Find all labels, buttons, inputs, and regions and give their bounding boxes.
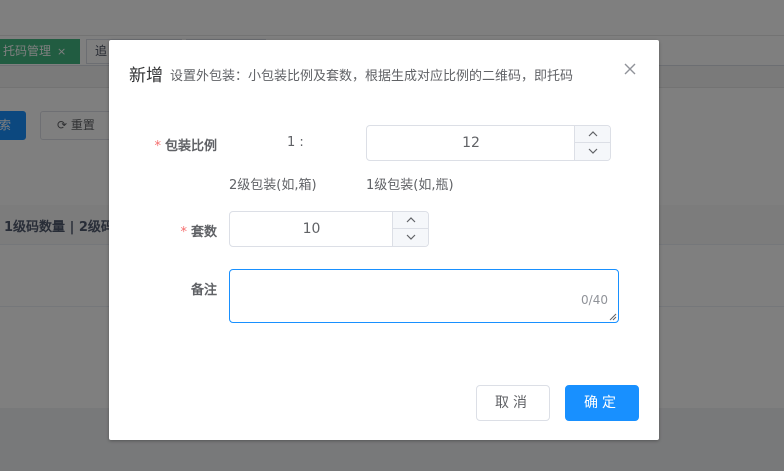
resize-grip-icon[interactable] (608, 312, 617, 321)
ratio-input-field[interactable] (367, 126, 575, 160)
primary-package-caption: 1级包装(如,瓶) (366, 178, 454, 193)
add-dialog: 新增 设置外包装：小包装比例及套数，根据生成对应比例的二维码，即托码 * 包装比例… (109, 40, 659, 440)
remark-textarea-wrapper[interactable]: 0/40 (229, 269, 619, 323)
ratio-number-input[interactable] (366, 125, 611, 161)
ratio-increase-button[interactable] (574, 126, 610, 143)
sets-increase-button[interactable] (392, 212, 428, 229)
sets-number-input[interactable] (229, 211, 429, 247)
required-mark: * (180, 225, 187, 240)
required-mark: * (154, 139, 161, 154)
ratio-left-value: 1 : (287, 135, 304, 150)
ratio-decrease-button[interactable] (574, 143, 610, 160)
dialog-title: 新增 (129, 66, 163, 86)
sets-decrease-button[interactable] (392, 229, 428, 246)
packing-ratio-label: * 包装比例 (149, 135, 217, 154)
word-count: 0/40 (581, 293, 608, 307)
remark-label: 备注 (190, 283, 217, 298)
sets-label-text: 套数 (190, 225, 217, 240)
chevron-up-icon (588, 131, 598, 137)
sets-input-field[interactable] (230, 212, 393, 246)
secondary-package-caption: 2级包装(如,箱) (229, 178, 317, 193)
close-icon[interactable] (621, 60, 639, 78)
remark-textarea[interactable] (230, 270, 618, 322)
cancel-button[interactable]: 取消 (476, 385, 550, 421)
chevron-up-icon (406, 217, 416, 223)
sets-label: * 套数 (149, 221, 217, 240)
confirm-button[interactable]: 确定 (565, 385, 639, 421)
dialog-subtitle: 设置外包装：小包装比例及套数，根据生成对应比例的二维码，即托码 (170, 69, 574, 84)
chevron-down-icon (588, 148, 598, 154)
chevron-down-icon (406, 234, 416, 240)
packing-ratio-label-text: 包装比例 (164, 139, 217, 154)
